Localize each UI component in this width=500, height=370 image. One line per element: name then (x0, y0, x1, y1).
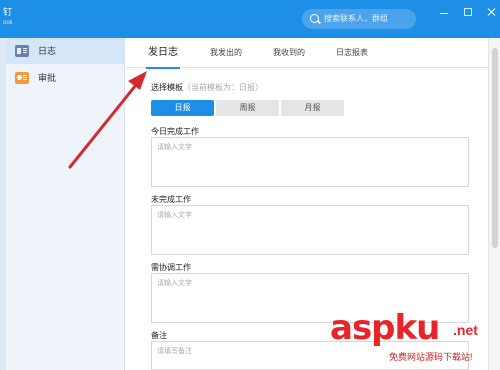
tab-bar: 发日志 我发出的 我收到的 日志报表 (126, 38, 488, 69)
maximize-icon[interactable] (464, 8, 472, 16)
template-label-text: 选择模板 (151, 83, 183, 92)
placeholder-text: 请输入文字 (157, 144, 192, 151)
undone-work-textarea[interactable]: 请输入文字 (151, 205, 469, 255)
sidebar-item-label: 日志 (38, 46, 57, 56)
notes-textarea[interactable]: 请填写备注 (151, 341, 469, 370)
search-icon (310, 14, 319, 23)
close-icon[interactable] (488, 8, 496, 16)
placeholder-text: 请填写备注 (157, 348, 192, 355)
placeholder-text: 请输入文字 (157, 280, 192, 287)
scrollbar[interactable] (488, 38, 500, 370)
search-placeholder: 搜索联系人，群组 (324, 14, 388, 23)
field-label-notes: 备注 (151, 331, 167, 340)
done-work-textarea[interactable]: 请输入文字 (151, 137, 469, 187)
sidebar-item-label: 审批 (38, 73, 57, 83)
approve-icon (15, 72, 29, 84)
field-label-done: 今日完成工作 (151, 127, 199, 136)
title-bar: 钉 ook 搜索联系人，群组 (0, 0, 500, 38)
tab-write-log[interactable]: 发日志 (146, 38, 180, 69)
field-label-undone: 未完成工作 (151, 195, 191, 204)
app-title: 钉 (3, 7, 13, 17)
sidebar: 日志 审批 (6, 38, 125, 370)
app-subtitle: ook (3, 20, 13, 26)
log-form: 选择模板（当前模板为：日报） 日报 周报 月报 今日完成工作 请输入文字 未完成… (126, 69, 488, 370)
tab-received[interactable]: 我收到的 (273, 38, 305, 68)
template-hint: （当前模板为：日报） (183, 83, 263, 92)
template-monthly-button[interactable]: 月报 (281, 100, 344, 116)
log-icon (15, 45, 29, 57)
sidebar-item-approve[interactable]: 审批 (6, 65, 125, 91)
coordinate-work-textarea[interactable]: 请输入文字 (151, 273, 469, 323)
sidebar-item-log[interactable]: 日志 (6, 38, 125, 64)
template-daily-button[interactable]: 日报 (151, 100, 214, 116)
placeholder-text: 请输入文字 (157, 212, 192, 219)
field-label-coordinate: 需协调工作 (151, 263, 191, 272)
template-label: 选择模板（当前模板为：日报） (151, 82, 263, 93)
tab-report[interactable]: 日志报表 (336, 38, 368, 68)
minimize-icon[interactable] (440, 8, 448, 14)
template-weekly-button[interactable]: 周报 (216, 100, 279, 116)
tab-sent[interactable]: 我发出的 (210, 38, 242, 68)
scrollbar-thumb[interactable] (492, 48, 498, 248)
search-input[interactable]: 搜索联系人，群组 (302, 9, 416, 29)
